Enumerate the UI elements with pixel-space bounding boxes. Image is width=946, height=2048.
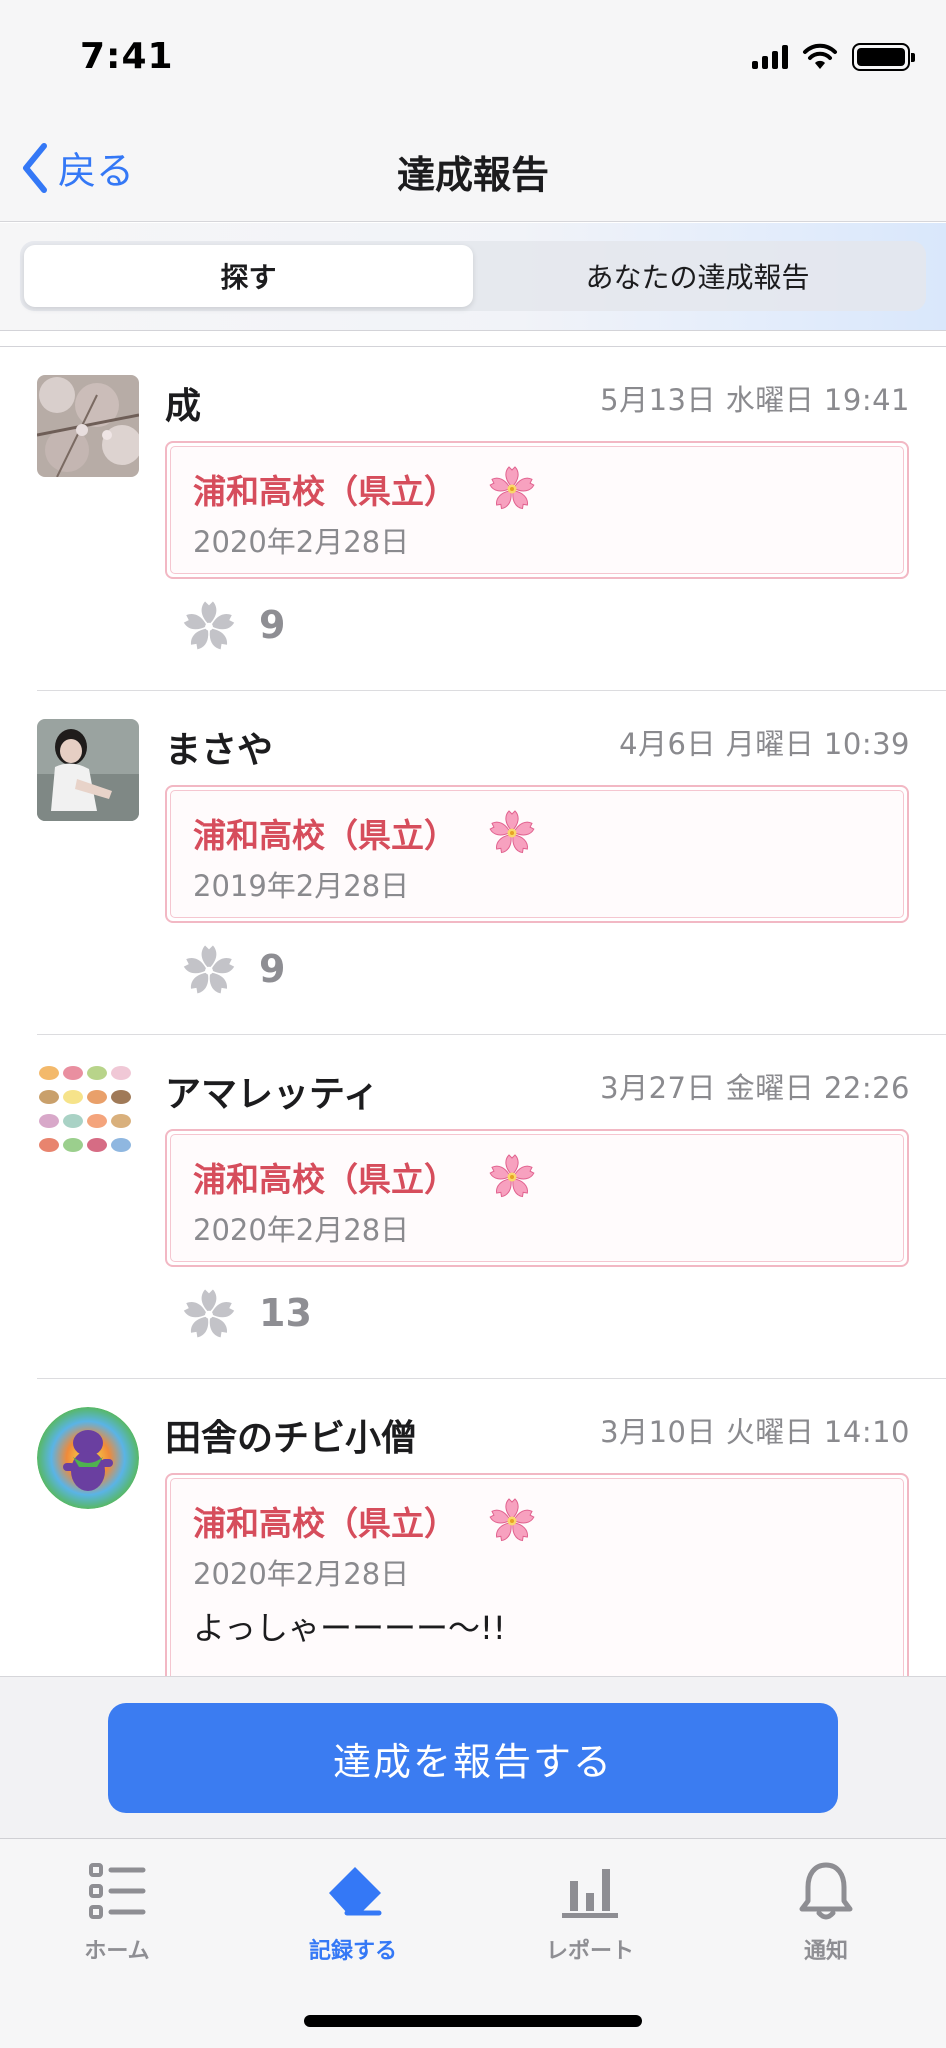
avatar[interactable] — [37, 375, 139, 477]
sakura-reaction-icon — [181, 597, 237, 653]
achievement-card[interactable]: 浦和高校（県立） 2020年2月28日 よっしゃーーーー〜!! — [165, 1473, 909, 1676]
reaction-button[interactable]: 13 — [181, 1285, 312, 1341]
report-post: 成 5月13日 水曜日 19:41 浦和高校（県立） 2020年2月28日 9 — [37, 347, 946, 691]
achievement-card[interactable]: 浦和高校（県立） 2019年2月28日 — [165, 785, 909, 923]
segment-my-reports[interactable]: あなたの達成報告 — [473, 245, 922, 307]
achievement-card[interactable]: 浦和高校（県立） 2020年2月28日 — [165, 441, 909, 579]
eraser-icon — [329, 1867, 382, 1916]
report-feed[interactable]: 成 5月13日 水曜日 19:41 浦和高校（県立） 2020年2月28日 9 — [0, 346, 946, 1676]
school-name: 浦和高校（県立） — [193, 472, 457, 511]
post-date: 4月6日 月曜日 10:39 — [619, 727, 910, 761]
battery-icon — [852, 43, 915, 71]
post-date: 5月13日 水曜日 19:41 — [600, 383, 910, 417]
achieved-date: 2020年2月28日 — [193, 525, 410, 559]
avatar[interactable] — [37, 1407, 139, 1509]
bar-chart-icon — [562, 1869, 618, 1918]
status-icons — [752, 42, 915, 72]
page-title: 達成報告 — [396, 153, 549, 197]
avatar[interactable] — [37, 1063, 139, 1165]
wifi-icon — [803, 43, 837, 69]
username: 成 — [165, 386, 202, 427]
sakura-reaction-icon — [181, 1285, 237, 1341]
sakura-reaction-icon — [181, 941, 237, 997]
segment-area: 探す あなたの達成報告 — [0, 223, 946, 331]
tab-bar: ホーム 記録する レポート 通知 — [0, 1838, 946, 2048]
username: 田舎のチビ小僧 — [165, 1418, 418, 1459]
reaction-button[interactable]: 9 — [181, 941, 285, 997]
tab-report[interactable]: レポート — [500, 1859, 680, 1965]
reaction-count: 9 — [259, 603, 286, 647]
report-achievement-button[interactable]: 達成を報告する — [108, 1703, 838, 1813]
cherry-blossom-icon — [487, 1495, 537, 1545]
cellular-signal-icon — [752, 45, 788, 69]
reaction-button[interactable]: 9 — [181, 597, 285, 653]
reaction-count: 9 — [259, 947, 286, 991]
tab-label: 記録する — [308, 1939, 397, 1964]
list-icon — [89, 1863, 146, 1919]
comment-text: よっしゃーーーー〜!! — [193, 1609, 506, 1647]
cherry-blossom-icon — [487, 807, 537, 857]
report-post: まさや 4月6日 月曜日 10:39 浦和高校（県立） 2019年2月28日 9 — [37, 691, 946, 1035]
school-name: 浦和高校（県立） — [193, 1504, 457, 1543]
tab-home[interactable]: ホーム — [27, 1859, 207, 1965]
achieved-date: 2020年2月28日 — [193, 1213, 410, 1247]
avatar[interactable] — [37, 719, 139, 821]
tab-record[interactable]: 記録する — [263, 1859, 443, 1965]
reaction-count: 13 — [259, 1291, 312, 1335]
school-name: 浦和高校（県立） — [193, 816, 457, 855]
tab-label: 通知 — [803, 1939, 848, 1964]
achieved-date: 2019年2月28日 — [193, 869, 410, 903]
tab-notifications[interactable]: 通知 — [736, 1859, 916, 1965]
bell-icon — [799, 1862, 853, 1920]
achieved-date: 2020年2月28日 — [193, 1557, 410, 1591]
username: アマレッティ — [165, 1074, 379, 1115]
tab-label: レポート — [545, 1939, 634, 1964]
cherry-blossom-icon — [487, 463, 537, 513]
status-bar: 7:41 — [0, 0, 946, 118]
tab-label: ホーム — [84, 1939, 150, 1964]
segmented-control: 探す あなたの達成報告 — [20, 241, 926, 311]
action-area: 達成を報告する — [0, 1676, 946, 1838]
home-indicator[interactable] — [304, 2015, 642, 2027]
post-date: 3月27日 金曜日 22:26 — [600, 1071, 910, 1105]
username: まさや — [165, 730, 274, 771]
navigation-bar: 戻る 達成報告 — [0, 118, 946, 222]
cherry-blossom-icon — [487, 1151, 537, 1201]
school-name: 浦和高校（県立） — [193, 1160, 457, 1199]
segment-search[interactable]: 探す — [24, 245, 473, 307]
report-post: 田舎のチビ小僧 3月10日 火曜日 14:10 浦和高校（県立） 2020年2月… — [37, 1379, 946, 1676]
report-post: アマレッティ 3月27日 金曜日 22:26 浦和高校（県立） 2020年2月2… — [37, 1035, 946, 1379]
post-date: 3月10日 火曜日 14:10 — [600, 1415, 910, 1449]
achievement-card[interactable]: 浦和高校（県立） 2020年2月28日 — [165, 1129, 909, 1267]
status-time: 7:41 — [80, 36, 174, 77]
